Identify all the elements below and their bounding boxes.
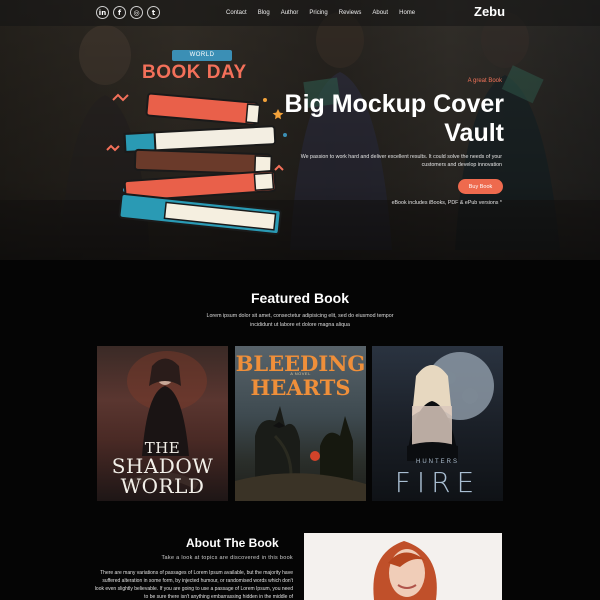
about-body-text: There are many variations of passages of…: [94, 570, 293, 600]
book-cover-bleeding-hearts[interactable]: BLEEDING A NOVEL HEARTS: [235, 346, 366, 501]
badge-world-label: WORLD: [172, 50, 232, 61]
hero-blurb: We passion to work hard and deliver exce…: [300, 154, 502, 168]
main-nav: Contact Blog Author Pricing Reviews Abou…: [226, 8, 426, 18]
social-links: in f ◎ t: [96, 6, 160, 19]
linkedin-icon[interactable]: in: [96, 6, 109, 19]
nav-item-home[interactable]: Home: [399, 8, 415, 18]
hero-kicker: A great Book: [467, 78, 502, 84]
nav-item-about[interactable]: About: [372, 8, 388, 18]
about-subtitle: Take a look at topics are discovered in …: [161, 555, 293, 561]
hero-section: WORLD BOOK DAY in f ◎ t Contact Blog Aut…: [0, 0, 600, 260]
buy-book-button[interactable]: Buy Book: [458, 179, 503, 194]
brand-logo[interactable]: Zebu: [474, 4, 505, 19]
book-title-line2: HEARTS: [250, 375, 351, 400]
featured-subtitle: Lorem ipsum dolor sit amet, consectetur …: [206, 313, 394, 328]
author-photo: [304, 533, 502, 600]
instagram-icon[interactable]: ◎: [130, 6, 143, 19]
book-cover-shadow-world[interactable]: THE SHADOW WORLD: [97, 346, 228, 501]
twitter-icon[interactable]: t: [147, 6, 160, 19]
book-cover-hunters-fire[interactable]: HUNTERS FIRE: [372, 346, 503, 501]
nav-item-reviews[interactable]: Reviews: [339, 8, 362, 18]
book-title: FIRE: [394, 466, 481, 499]
badge-book-day-label: BOOK DAY: [142, 62, 247, 83]
hero-headline: Big Mockup Cover Vault: [284, 90, 504, 147]
about-title: About The Book: [186, 536, 279, 550]
featured-title: Featured Book: [250, 290, 349, 306]
nav-item-author[interactable]: Author: [281, 8, 299, 18]
author-portrait: [373, 541, 437, 600]
facebook-icon[interactable]: f: [113, 6, 126, 19]
book-author-label: HUNTERS: [415, 459, 459, 465]
ebook-formats-note: eBook includes iBooks, PDF & ePub versio…: [391, 200, 502, 206]
book-title-line3: WORLD: [120, 474, 205, 498]
nav-item-blog[interactable]: Blog: [258, 8, 270, 18]
nav-item-contact[interactable]: Contact: [226, 8, 247, 18]
nav-item-pricing[interactable]: Pricing: [309, 8, 327, 18]
top-navigation-bar: in f ◎ t Contact Blog Author Pricing Rev…: [0, 0, 600, 26]
